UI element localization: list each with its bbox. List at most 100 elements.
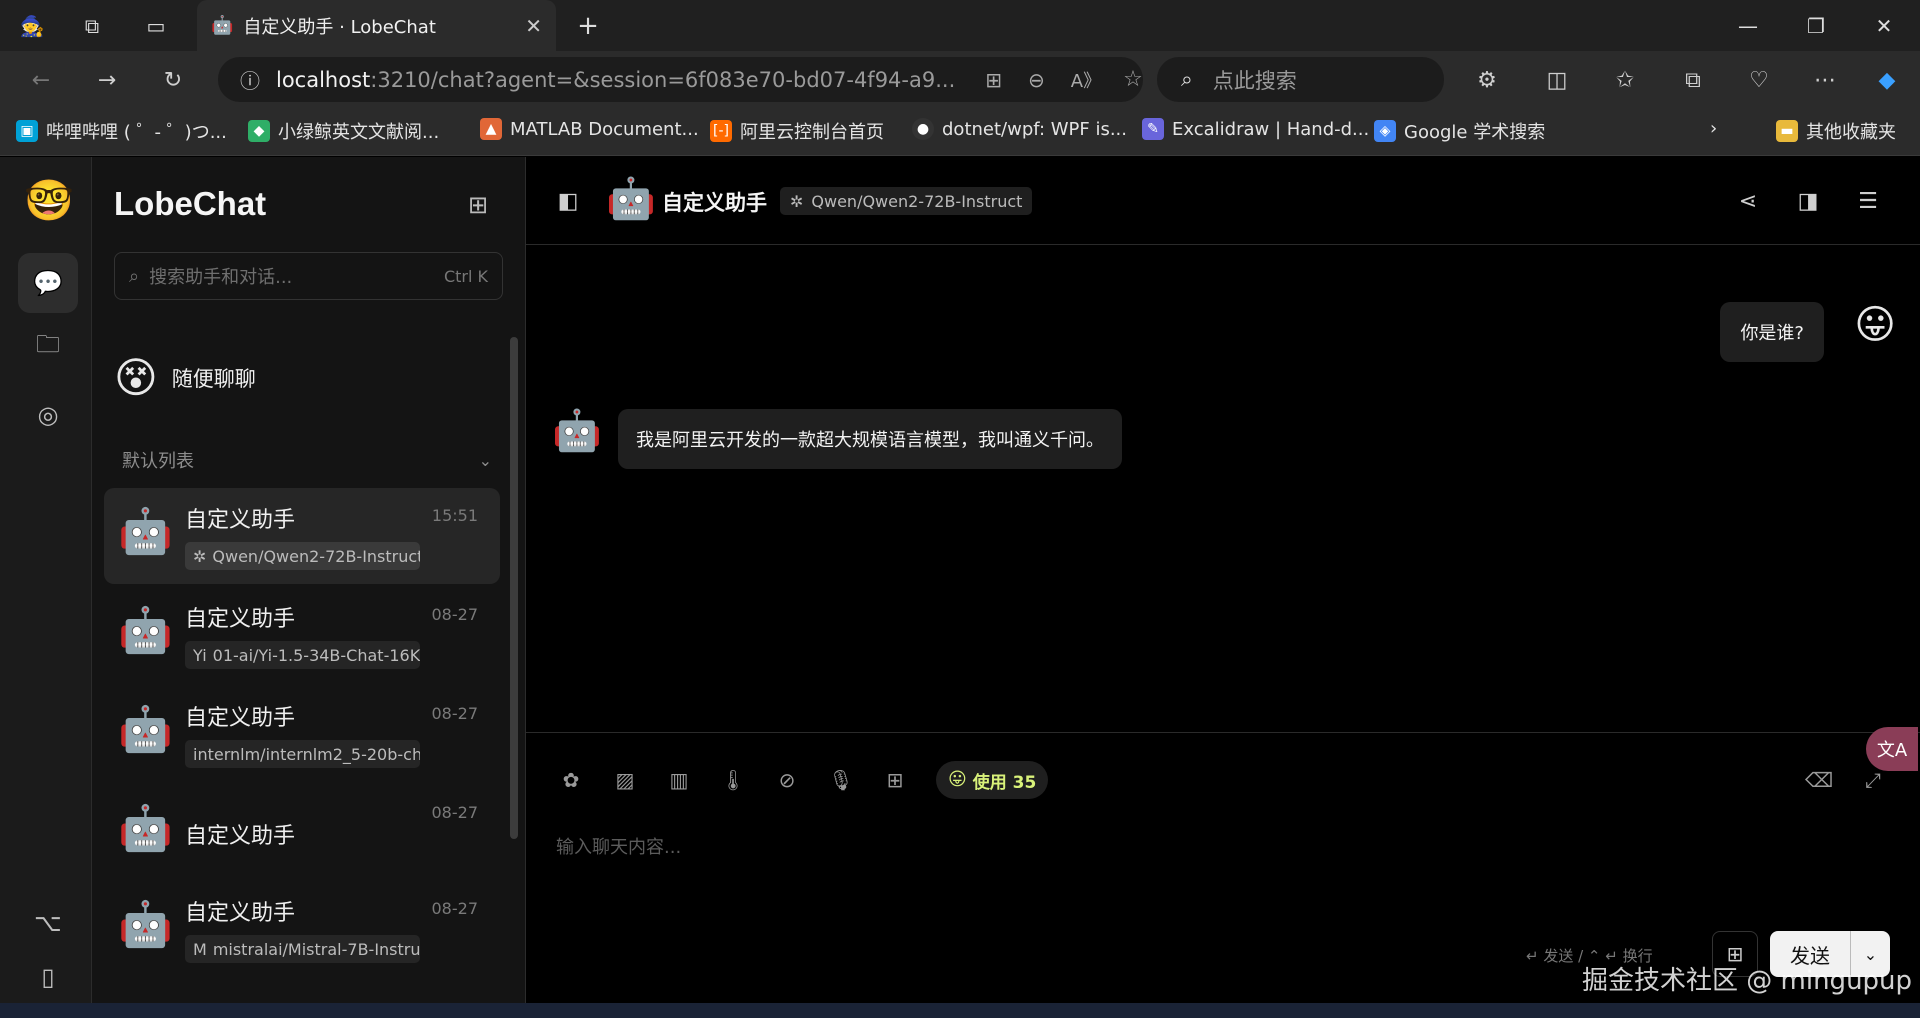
browser-essentials-icon[interactable]: ♡ [1742,63,1776,97]
tab-actions-icon[interactable]: ▭ [142,12,170,40]
docs-book-icon[interactable]: ▯ [18,947,78,1007]
session-name: 自定义助手 [185,706,296,731]
session-search-placeholder: 搜索助手和对话... [149,267,293,288]
menu-icon[interactable]: ☰ [1850,183,1886,219]
chat-input[interactable]: 输入聊天内容... [556,833,681,859]
chat-nav-icon[interactable]: 💬 [18,253,78,313]
browser-tabbar: 🧙 ⧉ ▭ 🤖 自定义助手 · LobeChat ✕ + — ❐ ✕ [0,0,1920,51]
assistant-avatar: 🤖 [552,408,602,454]
app-available-icon[interactable]: ⊞ [985,68,1002,92]
tab-active[interactable]: 🤖 自定义助手 · LobeChat ✕ [197,0,556,51]
tab-title: 自定义助手 · LobeChat [243,16,436,38]
files-folder-icon[interactable]: 🗀 [18,317,78,377]
bookmark-label: 小绿鲸英文文献阅... [278,122,440,143]
bookmark-excalidraw[interactable]: ✎ Excalidraw | Hand-d... [1142,118,1369,140]
chevron-down-icon[interactable]: ⌄ [479,451,492,470]
bookmarks-overflow-chevron-icon[interactable]: › [1710,118,1717,139]
temperature-icon[interactable]: 🌡 [716,763,750,797]
split-screen-icon[interactable]: ◫ [1540,63,1574,97]
reload-icon[interactable]: ↻ [156,63,190,97]
microphone-icon[interactable]: 🎙 [824,763,858,797]
tab-close-icon[interactable]: ✕ [525,14,542,38]
random-chat-item[interactable]: 😵 随便聊聊 [104,347,504,409]
favorite-star-icon[interactable]: ☆ [1123,67,1143,92]
toggle-sidebar-icon[interactable]: ◧ [550,183,586,219]
bookmark-xiaolvjing[interactable]: ◆ 小绿鲸英文文献阅... [248,118,439,144]
session-time: 08-27 [431,605,479,624]
session-scrollbar[interactable] [510,337,518,839]
model-icon: Yi [193,645,207,665]
session-item[interactable]: 🤖 自定义助手 15:51 ✲ Qwen/Qwen2-72B-Instruct [104,488,500,584]
github-icon[interactable]: ⌥ [18,893,78,953]
discover-compass-icon[interactable]: ◎ [18,385,78,445]
read-aloud-icon[interactable]: A》 [1071,67,1101,93]
share-icon[interactable]: ⋖ [1730,183,1766,219]
eraser-icon[interactable]: ⌫ [1802,763,1836,797]
image-upload-icon[interactable]: ▨ [608,763,642,797]
chat-main: ◧ 🤖 自定义助手 ✲ Qwen/Qwen2-72B-Instruct ⋖ ◨ … [526,157,1920,1003]
bookmark-github-wpf[interactable]: ● dotnet/wpf: WPF is... [912,118,1127,140]
workspaces-icon[interactable]: ⧉ [78,12,106,40]
session-time: 15:51 [431,506,478,525]
copilot-icon[interactable]: ◆ [1870,63,1904,97]
forward-icon[interactable]: → [90,63,124,97]
session-item[interactable]: 🤖 自定义助手 08-27 internlm/internlm2_5-20b-c… [104,686,500,782]
session-name: 自定义助手 [185,901,296,926]
user-avatar[interactable]: 🤓 [24,181,74,221]
history-limit-icon[interactable]: ⊘ [770,763,804,797]
session-name: 自定义助手 [185,824,296,849]
chat-model-tag[interactable]: ✲ Qwen/Qwen2-72B-Instruct [780,187,1033,215]
restore-button[interactable]: ❐ [1782,0,1850,51]
default-group-header[interactable]: 默认列表 ⌄ [122,447,492,473]
robot-avatar: 🤖 [118,899,173,950]
knowledge-library-icon[interactable]: ▥ [662,763,696,797]
favorites-icon[interactable]: ✩ [1608,63,1642,97]
session-list-panel: LobeChat ⊞ ⌕ 搜索助手和对话... Ctrl K 😵 随便聊聊 默认… [92,157,526,1003]
session-search-input[interactable]: ⌕ 搜索助手和对话... Ctrl K [114,252,503,300]
brand-logo-text: LobeChat [114,185,267,222]
session-item[interactable]: 🤖 自定义助手 08-27 [104,785,500,881]
bilibili-icon: ▣ [16,120,38,142]
address-bar[interactable]: ⓘ localhost :3210/chat?agent=&session=6f… [218,57,1143,102]
close-window-button[interactable]: ✕ [1850,0,1918,51]
random-chat-label: 随便聊聊 [171,367,256,391]
session-name: 自定义助手 [185,508,296,533]
zoom-icon[interactable]: ⊖ [1028,68,1045,92]
assistant-message[interactable]: 我是阿里云开发的一款超大规模语言模型，我叫通义千问。 [618,409,1122,469]
browser-toolbar: ← → ↻ ⓘ localhost :3210/chat?agent=&sess… [0,51,1920,106]
robot-avatar: 🤖 [118,605,173,656]
random-chat-avatar: 😵 [114,353,158,402]
toggle-panel-icon[interactable]: ◨ [1790,183,1826,219]
minimize-button[interactable]: — [1714,0,1782,51]
lobechat-app: 🤓 💬 🗀 ◎ ⌥ ▯ LobeChat ⊞ ⌕ 搜索助手和对话... Ctrl… [0,157,1920,1003]
other-bookmarks-folder[interactable]: ▬ 其他收藏夹 [1776,118,1896,144]
bookmark-bilibili[interactable]: ▣ 哔哩哔哩 ( ゜- ゜)つ... [16,118,227,144]
translate-float-icon[interactable]: 文A [1866,727,1918,771]
more-menu-icon[interactable]: ⋯ [1808,63,1842,97]
collections-icon[interactable]: ⧉ [1676,63,1710,97]
agent-avatar[interactable]: 🤖 [606,179,656,219]
new-tab-button[interactable]: + [574,11,602,41]
new-chat-icon[interactable]: ⊞ [460,187,496,223]
token-usage-badge[interactable]: 😛 使用 35 [936,761,1049,799]
bookmark-label: dotnet/wpf: WPF is... [942,118,1128,140]
session-time: 08-27 [431,899,479,918]
extensions-icon[interactable]: ⚙ [1470,63,1504,97]
bookmark-matlab[interactable]: ▲ MATLAB Document... [480,118,699,140]
bookmark-aliyun[interactable]: [-] 阿里云控制台首页 [710,118,884,144]
folder-icon: ▬ [1776,120,1798,142]
model-label: Qwen/Qwen2-72B-Instruct [212,546,420,566]
model-brain-icon[interactable]: ✿ [554,763,588,797]
browser-search-box[interactable]: ⌕ 点此搜索 [1157,57,1444,102]
session-item[interactable]: 🤖 自定义助手 08-27 Ⅿmistralai/Mistral-7B-Inst… [104,881,500,977]
site-info-icon[interactable]: ⓘ [240,65,260,94]
user-message[interactable]: 你是谁? [1720,302,1824,362]
plugins-icon[interactable]: ⊞ [878,763,912,797]
session-item[interactable]: 🤖 自定义助手 08-27 Yi 01-ai/Yi-1.5-34B-Chat-16… [104,587,500,683]
user-avatar: 😛 [1854,302,1896,348]
bookmark-google-scholar[interactable]: ◈ Google 学术搜索 [1374,118,1545,144]
profile-avatar-icon[interactable]: 🧙 [18,12,46,40]
robot-avatar: 🤖 [118,803,173,854]
model-label: 01-ai/Yi-1.5-34B-Chat-16K [212,645,420,665]
back-icon[interactable]: ← [24,63,58,97]
